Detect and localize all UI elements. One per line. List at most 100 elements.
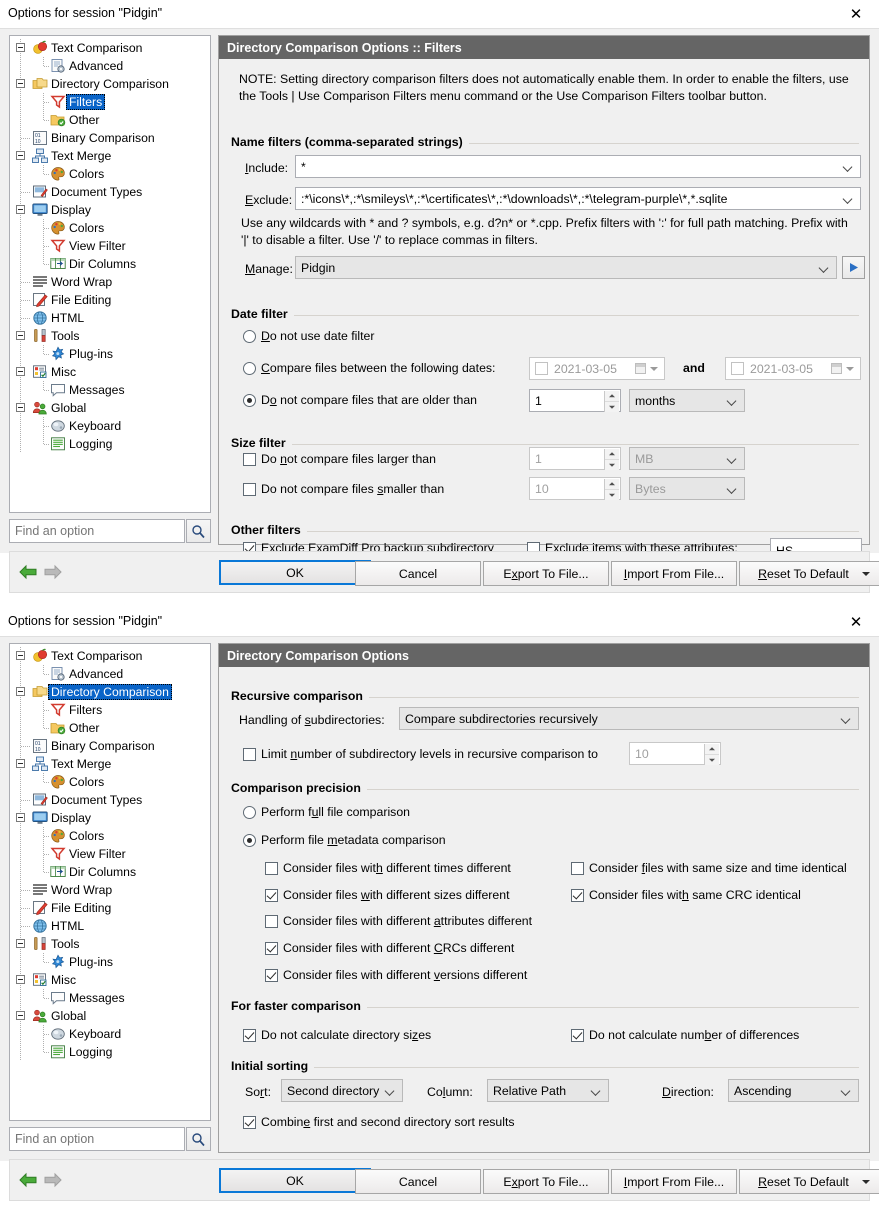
tree-item-file-editing[interactable]: File Editing (10, 291, 210, 309)
tree-expander-icon[interactable] (16, 331, 25, 340)
tree-expander-icon[interactable] (16, 939, 25, 948)
cancel-button[interactable]: Cancel (355, 561, 481, 586)
spinner-buttons[interactable] (604, 449, 619, 470)
radio-older-than[interactable] (243, 394, 256, 407)
tree-item-binary-comparison[interactable]: 01 10 Binary Comparison (10, 737, 210, 755)
tree-expander-icon[interactable] (16, 403, 25, 412)
tree-expander-icon[interactable] (16, 151, 25, 160)
column-combo[interactable]: Relative Path (487, 1079, 609, 1102)
tree-item-html[interactable]: HTML (10, 309, 210, 327)
spinner-buttons[interactable] (704, 744, 719, 765)
larger-than-unit-combo[interactable]: MB (629, 447, 745, 470)
tree-item-colors[interactable]: Colors (10, 827, 210, 845)
radio-full-comparison[interactable] (243, 806, 256, 819)
tree-item-text-comparison[interactable]: Text Comparison (10, 39, 210, 57)
search-input[interactable] (9, 1127, 185, 1151)
tree-item-plug-ins[interactable]: Plug-ins (10, 345, 210, 363)
date-from-field[interactable]: 2021-03-05 (529, 357, 665, 380)
ok-button[interactable]: OK (219, 560, 371, 585)
direction-combo[interactable]: Ascending (728, 1079, 859, 1102)
tree-item-filters[interactable]: Filters (10, 93, 210, 111)
tree-item-advanced[interactable]: Advanced (10, 57, 210, 75)
tree-item-messages[interactable]: Messages (10, 989, 210, 1007)
checkbox-smaller-than[interactable] (243, 483, 256, 496)
tree-expander-icon[interactable] (16, 975, 25, 984)
tree-item-directory-comparison[interactable]: Directory Comparison (10, 75, 210, 93)
export-to-file-button[interactable]: Ex port To File... (483, 561, 609, 586)
tree-item-logging[interactable]: Logging (10, 1043, 210, 1061)
back-arrow-icon[interactable] (19, 1171, 38, 1192)
search-magnifier-icon[interactable] (186, 1127, 211, 1151)
exclude-combo[interactable]: :*\icons\*,:*\smileys\*,:*\certificates\… (295, 187, 861, 210)
tree-item-misc[interactable]: Misc (10, 971, 210, 989)
tree-item-document-types[interactable]: Document Types (10, 183, 210, 201)
checkbox-same-size-time-identical[interactable] (571, 862, 584, 875)
options-tree-2[interactable]: Text Comparison Advanced Directory Compari… (9, 643, 211, 1121)
tree-item-html[interactable]: HTML (10, 917, 210, 935)
checkbox-no-diff-count[interactable] (571, 1029, 584, 1042)
search-magnifier-icon[interactable] (186, 519, 211, 543)
import-from-file-button[interactable]: Import From File... (611, 561, 737, 586)
tree-item-colors[interactable]: Colors (10, 219, 210, 237)
tree-item-directory-comparison[interactable]: Directory Comparison (10, 683, 210, 701)
tree-expander-icon[interactable] (16, 205, 25, 214)
handling-subdirs-combo[interactable]: Compare subdirectories recursively (399, 707, 859, 730)
checkbox-attributes-different[interactable] (265, 915, 278, 928)
tree-item-misc[interactable]: Misc (10, 363, 210, 381)
export-to-file-button[interactable]: Ex port To File... (483, 1169, 609, 1194)
tree-item-other[interactable]: Other (10, 111, 210, 129)
tree-expander-icon[interactable] (16, 79, 25, 88)
include-combo[interactable]: * (295, 155, 861, 178)
spinner-buttons[interactable] (604, 391, 619, 412)
tree-item-colors[interactable]: Colors (10, 165, 210, 183)
import-from-file-button[interactable]: Import From File... (611, 1169, 737, 1194)
options-tree-1[interactable]: Text Comparison Advanced Directory Compari… (9, 35, 211, 513)
tree-item-keyboard[interactable]: Keyboard (10, 417, 210, 435)
radio-compare-between-dates[interactable] (243, 362, 256, 375)
checkbox-times-different[interactable] (265, 862, 278, 875)
forward-arrow-icon[interactable] (43, 563, 62, 584)
checkbox-larger-than[interactable] (243, 453, 256, 466)
tree-item-messages[interactable]: Messages (10, 381, 210, 399)
larger-than-spinner[interactable]: 1 (529, 447, 621, 470)
close-icon[interactable]: ✕ (833, 0, 879, 28)
checkbox-limit-levels[interactable] (243, 748, 256, 761)
limit-levels-spinner[interactable]: 10 (629, 742, 721, 765)
back-arrow-icon[interactable] (19, 563, 38, 584)
tree-item-document-types[interactable]: Document Types (10, 791, 210, 809)
smaller-than-spinner[interactable]: 10 (529, 477, 621, 500)
smaller-than-unit-combo[interactable]: Bytes (629, 477, 745, 500)
tree-item-tools[interactable]: Tools (10, 935, 210, 953)
tree-expander-icon[interactable] (16, 43, 25, 52)
close-icon[interactable]: ✕ (833, 608, 879, 636)
checkbox-crcs-different[interactable] (265, 942, 278, 955)
older-than-unit-combo[interactable]: months (629, 389, 745, 412)
forward-arrow-icon[interactable] (43, 1171, 62, 1192)
play-triangle-icon[interactable] (842, 256, 865, 279)
tree-item-view-filter[interactable]: View Filter (10, 237, 210, 255)
tree-item-word-wrap[interactable]: Word Wrap (10, 273, 210, 291)
tree-item-colors[interactable]: Colors (10, 773, 210, 791)
spinner-buttons[interactable] (604, 479, 619, 500)
tree-item-word-wrap[interactable]: Word Wrap (10, 881, 210, 899)
reset-to-default-button[interactable]: Reset To Default (739, 1169, 879, 1194)
tree-item-global[interactable]: Global (10, 399, 210, 417)
date-to-field[interactable]: 2021-03-05 (725, 357, 861, 380)
tree-item-text-merge[interactable]: Text Merge (10, 147, 210, 165)
tree-item-display[interactable]: Display (10, 809, 210, 827)
tree-item-dir-columns[interactable]: Dir Columns (10, 255, 210, 273)
tree-expander-icon[interactable] (16, 651, 25, 660)
tree-item-text-comparison[interactable]: Text Comparison (10, 647, 210, 665)
reset-to-default-button[interactable]: Reset To Default (739, 561, 879, 586)
older-than-spinner[interactable]: 1 (529, 389, 621, 412)
date-to-checkbox[interactable] (731, 362, 744, 375)
tree-item-advanced[interactable]: Advanced (10, 665, 210, 683)
tree-item-tools[interactable]: Tools (10, 327, 210, 345)
radio-metadata-comparison[interactable] (243, 834, 256, 847)
tree-item-text-merge[interactable]: Text Merge (10, 755, 210, 773)
sort-combo[interactable]: Second directory (281, 1079, 403, 1102)
tree-expander-icon[interactable] (16, 687, 25, 696)
tree-item-plug-ins[interactable]: Plug-ins (10, 953, 210, 971)
tree-item-view-filter[interactable]: View Filter (10, 845, 210, 863)
tree-expander-icon[interactable] (16, 813, 25, 822)
